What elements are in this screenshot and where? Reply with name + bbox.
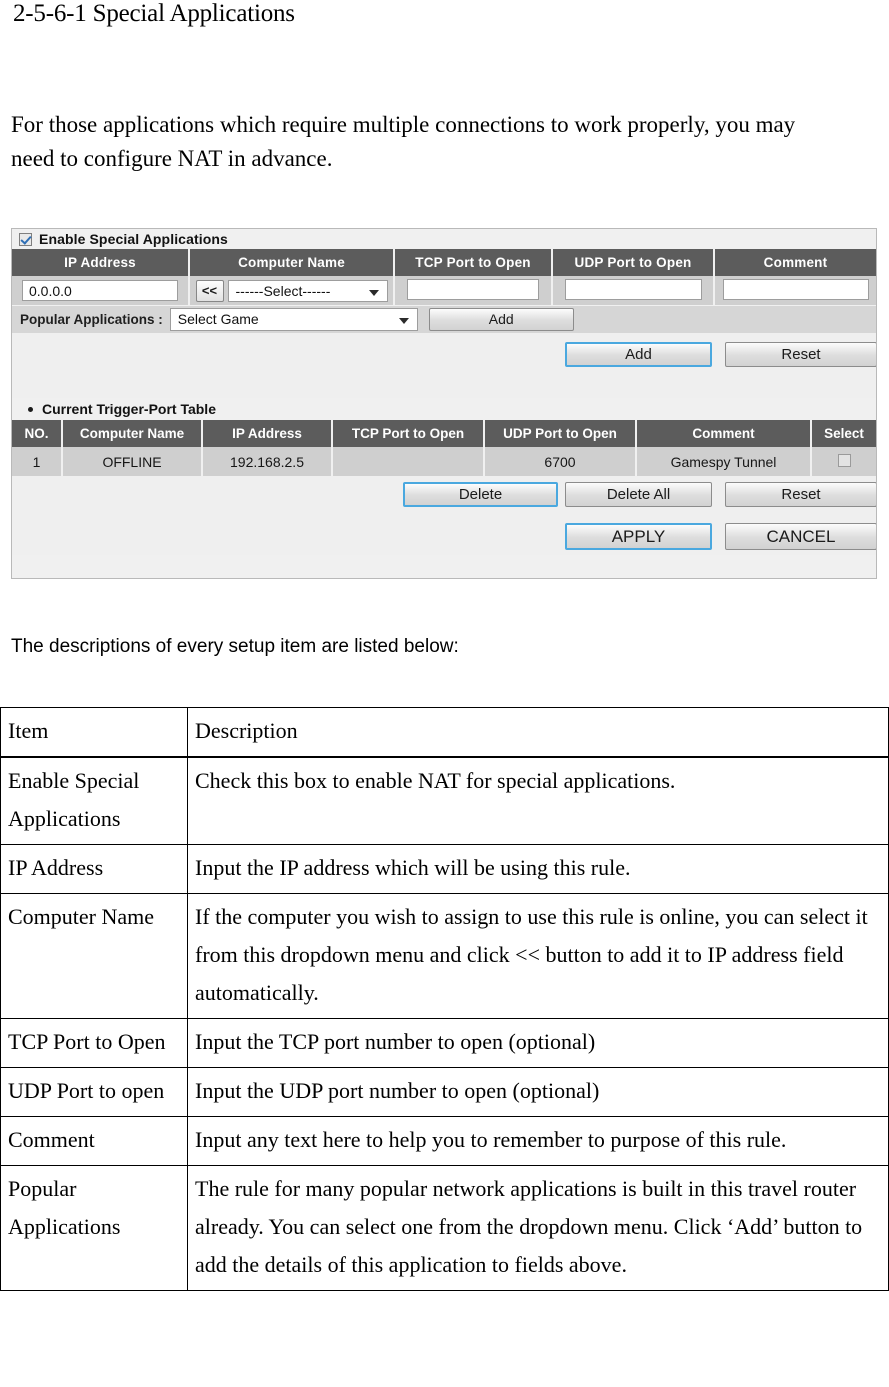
entry-table: IP Address Computer Name TCP Port to Ope… (12, 249, 876, 305)
delete-button[interactable]: Delete (403, 482, 558, 507)
column-header-ip-address: IP Address (12, 249, 190, 276)
popular-applications-row: Popular Applications : Select Game Add (12, 305, 876, 333)
column-header-tcp-port: TCP Port to Open (332, 420, 485, 447)
entry-table-input-row: 0.0.0.0 << ------Select------ (12, 276, 876, 305)
cell-udp-port: 6700 (484, 447, 637, 476)
computer-name-select[interactable]: ------Select------ (227, 279, 388, 302)
trigger-table-title-row: Current Trigger-Port Table (12, 398, 876, 420)
cell-ip-address: 192.168.2.5 (202, 447, 333, 476)
cell-comment (714, 276, 876, 305)
cell-tcp-port (394, 276, 553, 305)
copy-to-ip-button[interactable]: << (195, 279, 224, 302)
trigger-actions-strip: Delete Delete All Reset (12, 476, 876, 510)
popular-applications-select-value: Select Game (177, 311, 259, 327)
column-header-computer-name: Computer Name (189, 249, 395, 276)
description-item-text: Input the IP address which will be using… (187, 844, 889, 894)
chevron-down-icon (398, 318, 409, 324)
description-item-text: Input the TCP port number to open (optio… (187, 1018, 889, 1068)
trigger-port-table: NO. Computer Name IP Address TCP Port to… (12, 420, 876, 476)
table-intro-paragraph: The descriptions of every setup item are… (11, 636, 459, 657)
cell-comment: Gamespy Tunnel (636, 447, 812, 476)
chevron-down-icon (368, 289, 379, 296)
table-row: Popular Applications The rule for many p… (0, 1165, 889, 1291)
tcp-port-input[interactable] (407, 278, 539, 300)
cell-no: 1 (12, 447, 63, 476)
description-item-text: If the computer you wish to assign to us… (187, 893, 889, 1019)
table-row: UDP Port to open Input the UDP port numb… (0, 1067, 889, 1117)
column-header-item: Item (0, 707, 188, 758)
apply-button[interactable]: APPLY (565, 523, 712, 550)
description-item-label: Popular Applications (0, 1165, 188, 1291)
column-header-comment: Comment (714, 249, 876, 276)
column-header-description: Description (187, 707, 889, 758)
column-header-ip-address: IP Address (202, 420, 333, 447)
description-item-text: The rule for many popular network applic… (187, 1165, 889, 1291)
cell-computer-name: << ------Select------ (189, 276, 395, 305)
enable-special-applications-label: Enable Special Applications (39, 231, 228, 247)
cell-ip-address: 0.0.0.0 (12, 276, 190, 305)
description-item-text: Input the UDP port number to open (optio… (187, 1067, 889, 1117)
cell-tcp-port (332, 447, 485, 476)
column-header-tcp-port: TCP Port to Open (394, 249, 553, 276)
column-header-udp-port: UDP Port to Open (484, 420, 637, 447)
cancel-button[interactable]: CANCEL (725, 523, 876, 550)
cell-select (811, 447, 876, 476)
popular-applications-select[interactable]: Select Game (169, 308, 418, 331)
table-row: 1 OFFLINE 192.168.2.5 6700 Gamespy Tunne… (12, 447, 876, 476)
description-item-text: Check this box to enable NAT for special… (187, 756, 889, 845)
description-item-label: IP Address (0, 844, 188, 894)
description-item-text: Input any text here to help you to remem… (187, 1116, 889, 1166)
popular-add-button[interactable]: Add (428, 308, 574, 331)
table-row: Enable Special Applications Check this b… (0, 756, 889, 845)
udp-port-input[interactable] (564, 278, 702, 300)
popular-applications-label: Popular Applications : (20, 312, 163, 327)
entry-reset-button[interactable]: Reset (725, 342, 876, 367)
entry-add-button[interactable]: Add (565, 342, 712, 367)
column-header-computer-name: Computer Name (62, 420, 203, 447)
cell-computer-name: OFFLINE (62, 447, 203, 476)
table-row: Comment Input any text here to help you … (0, 1116, 889, 1166)
comment-input[interactable] (722, 278, 869, 300)
ip-address-input[interactable]: 0.0.0.0 (22, 280, 178, 301)
footer-actions-strip: APPLY CANCEL (12, 510, 876, 555)
entry-actions-strip: Add Reset (12, 333, 876, 371)
description-item-label: Enable Special Applications (0, 756, 188, 845)
description-item-label: UDP Port to open (0, 1067, 188, 1117)
computer-name-select-value: ------Select------ (235, 282, 331, 299)
bullet-icon (28, 406, 33, 412)
description-item-label: Comment (0, 1116, 188, 1166)
intro-paragraph: For those applications which require mul… (11, 112, 796, 171)
router-config-panel: Enable Special Applications IP Address C… (11, 228, 877, 579)
row-select-checkbox[interactable] (837, 453, 851, 467)
trigger-table-header-row: NO. Computer Name IP Address TCP Port to… (12, 420, 876, 447)
enable-special-applications-row: Enable Special Applications (12, 229, 876, 249)
delete-all-button[interactable]: Delete All (565, 482, 712, 507)
trigger-table-title: Current Trigger-Port Table (42, 401, 216, 417)
entry-table-header-row: IP Address Computer Name TCP Port to Ope… (12, 249, 876, 276)
table-row: IP Address Input the IP address which wi… (0, 844, 889, 894)
panel-spacer (12, 371, 876, 398)
trigger-reset-button[interactable]: Reset (725, 482, 876, 507)
page-title: 2-5-6-1 Special Applications (13, 0, 295, 27)
cell-udp-port (552, 276, 715, 305)
descriptions-table: Item Description Enable Special Applicat… (0, 707, 889, 1291)
column-header-udp-port: UDP Port to Open (552, 249, 715, 276)
column-header-select: Select (811, 420, 876, 447)
column-header-comment: Comment (636, 420, 812, 447)
descriptions-header-row: Item Description (0, 707, 889, 758)
table-row: TCP Port to Open Input the TCP port numb… (0, 1018, 889, 1068)
description-item-label: Computer Name (0, 893, 188, 1019)
column-header-no: NO. (12, 420, 63, 447)
table-row: Computer Name If the computer you wish t… (0, 893, 889, 1019)
description-item-label: TCP Port to Open (0, 1018, 188, 1068)
checkbox-icon[interactable] (19, 232, 32, 246)
